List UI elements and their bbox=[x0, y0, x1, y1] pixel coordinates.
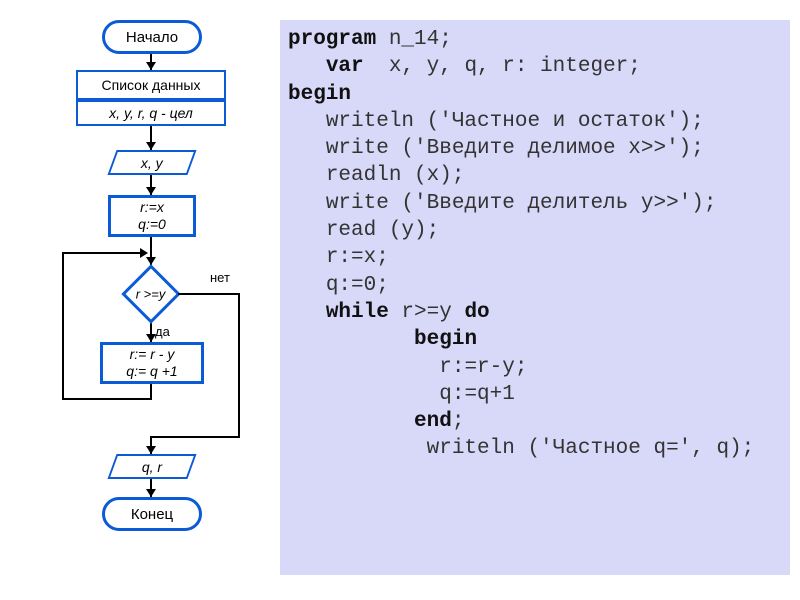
code-l16: writeln ('Частное q=', q); bbox=[288, 437, 754, 460]
code-l13: r:=r-y; bbox=[288, 356, 527, 379]
end-label: Конец bbox=[131, 506, 173, 523]
code-l15b: ; bbox=[452, 410, 465, 433]
line bbox=[62, 252, 144, 254]
code-l6: readln (x); bbox=[288, 164, 464, 187]
data-list-label: Список данных bbox=[102, 77, 201, 93]
line bbox=[178, 293, 240, 295]
rect-body: r:= r - y q:= q +1 bbox=[100, 342, 204, 384]
init-label: r:=x q:=0 bbox=[138, 199, 166, 233]
arrow-down-icon bbox=[146, 62, 156, 70]
output-label: q, r bbox=[142, 459, 162, 475]
label-no: нет bbox=[210, 270, 230, 285]
code-l10: q:=0; bbox=[288, 274, 389, 297]
io-input: x, y bbox=[107, 150, 196, 175]
code-l14: q:=q+1 bbox=[288, 383, 515, 406]
kw-begin: begin bbox=[288, 83, 351, 106]
cond-label: r >=y bbox=[136, 287, 166, 302]
flowchart: Начало Список данных x, y, r, q - цел x,… bbox=[0, 0, 280, 600]
arrow-down-icon bbox=[146, 446, 156, 454]
kw-do: do bbox=[464, 301, 489, 324]
code-l7: write ('Введите делитель y>>'); bbox=[288, 192, 716, 215]
rect-vars: x, y, r, q - цел bbox=[76, 100, 226, 126]
rect-data-list: Список данных bbox=[76, 70, 226, 100]
vars-label: x, y, r, q - цел bbox=[109, 105, 193, 121]
line bbox=[62, 398, 152, 400]
line bbox=[150, 436, 240, 438]
label-yes: да bbox=[155, 324, 170, 339]
start-label: Начало bbox=[126, 29, 178, 46]
code-l9: r:=x; bbox=[288, 246, 389, 269]
arrow-down-icon bbox=[146, 142, 156, 150]
code-panel: program n_14; var x, y, q, r: integer; b… bbox=[280, 20, 790, 575]
kw-var: var bbox=[288, 55, 364, 78]
code-l4: writeln ('Частное и остаток'); bbox=[288, 110, 704, 133]
kw-begin2: begin bbox=[288, 328, 477, 351]
arrow-right-icon bbox=[140, 248, 148, 258]
kw-end: end bbox=[288, 410, 452, 433]
kw-while: while bbox=[288, 301, 389, 324]
arrow-down-icon bbox=[146, 489, 156, 497]
code-l2b: x, y, q, r: integer; bbox=[364, 55, 641, 78]
line bbox=[62, 252, 64, 400]
rect-init: r:=x q:=0 bbox=[108, 195, 196, 237]
kw-program: program bbox=[288, 28, 376, 51]
terminator-end: Конец bbox=[102, 497, 202, 531]
terminator-start: Начало bbox=[102, 20, 202, 54]
io-output: q, r bbox=[107, 454, 196, 479]
arrow-down-icon bbox=[146, 187, 156, 195]
code-l5: write ('Введите делимое x>>'); bbox=[288, 137, 704, 160]
code-l11b: r>=y bbox=[389, 301, 465, 324]
input-label: x, y bbox=[141, 155, 163, 171]
code-l8: read (y); bbox=[288, 219, 439, 242]
line bbox=[238, 293, 240, 438]
decision-cond: r >=y bbox=[121, 264, 180, 323]
code-l1b: n_14; bbox=[376, 28, 452, 51]
body-label: r:= r - y q:= q +1 bbox=[126, 346, 177, 380]
